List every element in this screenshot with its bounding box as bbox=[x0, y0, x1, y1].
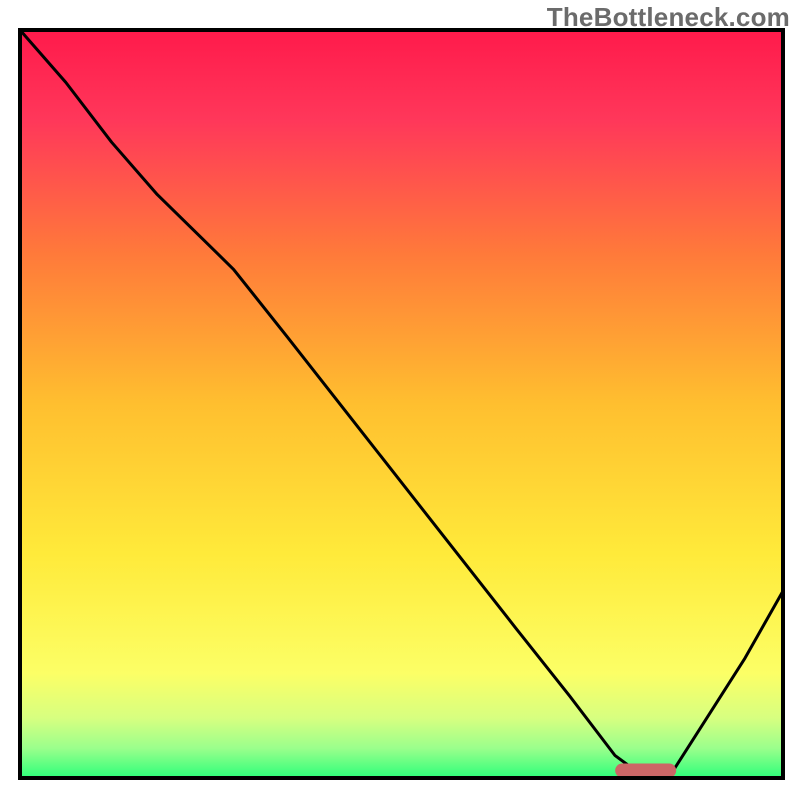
chart-container: TheBottleneck.com bbox=[0, 0, 800, 800]
plot-svg bbox=[0, 0, 800, 800]
plot-background bbox=[20, 30, 783, 778]
watermark-label: TheBottleneck.com bbox=[547, 2, 790, 33]
optimal-marker bbox=[615, 764, 676, 778]
